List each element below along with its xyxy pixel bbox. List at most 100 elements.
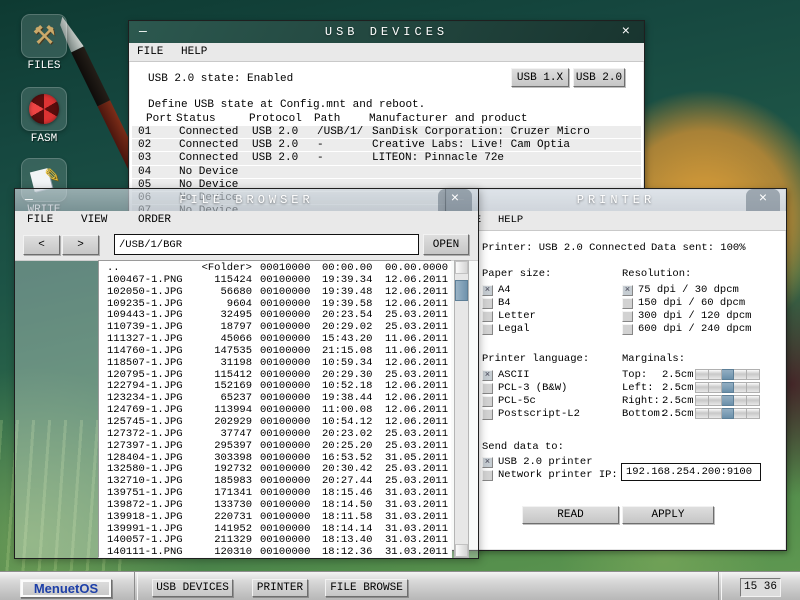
checkbox-label: Postscript-L2 bbox=[498, 408, 580, 420]
slider-track-cell[interactable] bbox=[734, 395, 747, 406]
desktop-icon-files[interactable]: ⚒ FILES bbox=[20, 14, 68, 72]
slider-track-cell[interactable] bbox=[709, 382, 722, 393]
close-icon[interactable]: × bbox=[438, 189, 472, 211]
file-row[interactable]: 127397-1.JPG2953970010000020:25.2025.03.… bbox=[99, 441, 451, 453]
slider-track-cell[interactable] bbox=[695, 382, 709, 393]
cell: 00100000 bbox=[260, 429, 310, 441]
file-row[interactable]: 139872-1.JPG1337300010000018:14.5031.03.… bbox=[99, 500, 451, 512]
file-row[interactable]: 118507-1.JPG311980010000010:59.3412.06.2… bbox=[99, 358, 451, 370]
checkbox[interactable]: × bbox=[482, 285, 493, 296]
menu-view[interactable]: VIEW bbox=[81, 214, 107, 226]
menuetos-start-button[interactable]: MenuetOS bbox=[20, 579, 112, 598]
cell: 295397 bbox=[157, 441, 252, 453]
checkbox[interactable]: × bbox=[482, 457, 493, 468]
checkbox[interactable] bbox=[482, 396, 493, 407]
checkbox-option[interactable]: Network printer IP: bbox=[482, 469, 642, 482]
slider-track-cell[interactable] bbox=[734, 369, 747, 380]
network-printer-ip-field[interactable] bbox=[621, 463, 761, 481]
checkbox-option[interactable]: Letter bbox=[482, 310, 612, 323]
printer-title-bar[interactable]: — PRINTER × bbox=[446, 189, 786, 212]
menu-order[interactable]: ORDER bbox=[138, 214, 171, 226]
read-button[interactable]: READ bbox=[522, 506, 619, 524]
slider-thumb[interactable] bbox=[722, 369, 735, 380]
marginal-slider[interactable] bbox=[695, 395, 760, 406]
slider-track-cell[interactable] bbox=[734, 382, 747, 393]
vertical-scrollbar[interactable] bbox=[454, 260, 469, 558]
file-row[interactable]: 114760-1.JPG1475350010000021:15.0811.06.… bbox=[99, 346, 451, 358]
file-row[interactable]: 100467-1.PNG1154240010000019:39.3412.06.… bbox=[99, 275, 451, 287]
file-row[interactable]: 102050-1.JPG566800010000019:39.4812.06.2… bbox=[99, 287, 451, 299]
slider-track-cell[interactable] bbox=[709, 395, 722, 406]
checkbox[interactable] bbox=[622, 298, 633, 309]
marginal-slider[interactable] bbox=[695, 382, 760, 393]
forward-button[interactable]: > bbox=[62, 235, 99, 255]
slider-track-cell[interactable] bbox=[695, 369, 709, 380]
open-button[interactable]: OPEN bbox=[423, 234, 469, 255]
slider-track-cell[interactable] bbox=[747, 395, 760, 406]
scrollbar-top-cap[interactable] bbox=[455, 261, 468, 274]
cell: 20:25.20 bbox=[322, 441, 372, 453]
slider-track-cell[interactable] bbox=[747, 382, 760, 393]
checkbox[interactable] bbox=[482, 311, 493, 322]
checkbox-option[interactable]: ×ASCII bbox=[482, 369, 622, 382]
slider-track-cell[interactable] bbox=[695, 408, 709, 419]
back-button[interactable]: < bbox=[23, 235, 60, 255]
close-icon[interactable]: × bbox=[622, 24, 630, 40]
cell: SanDisk Corporation: Cruzer Micro bbox=[372, 126, 590, 138]
cell: 00100000 bbox=[260, 441, 310, 453]
menu-file[interactable]: FILE bbox=[137, 46, 163, 58]
close-icon[interactable]: × bbox=[746, 189, 780, 211]
checkbox[interactable] bbox=[482, 383, 493, 394]
menu-help[interactable]: HELP bbox=[498, 214, 523, 226]
slider-thumb[interactable] bbox=[722, 382, 735, 393]
menu-help[interactable]: HELP bbox=[181, 46, 207, 58]
desktop-icon-fasm[interactable]: FASM bbox=[20, 87, 68, 145]
slider-track-cell[interactable] bbox=[747, 369, 760, 380]
checkbox[interactable] bbox=[622, 311, 633, 322]
marginal-slider[interactable] bbox=[695, 369, 760, 380]
checkbox-option[interactable]: PCL-5c bbox=[482, 395, 622, 408]
scrollbar-thumb[interactable] bbox=[455, 280, 468, 301]
checkbox-option[interactable]: 600 dpi / 240 dpcm bbox=[622, 323, 782, 336]
cell: 12.06.2011 bbox=[385, 417, 448, 429]
task-printer[interactable]: PRINTER bbox=[252, 579, 308, 597]
checkbox[interactable] bbox=[482, 298, 493, 309]
file-row[interactable]: 139918-1.JPG2207310010000018:11.5831.03.… bbox=[99, 512, 451, 524]
slider-track-cell[interactable] bbox=[695, 395, 709, 406]
checkbox-option[interactable]: PCL-3 (B&W) bbox=[482, 382, 622, 395]
apply-button[interactable]: APPLY bbox=[622, 506, 714, 524]
checkbox-option[interactable]: 150 dpi / 60 dpcm bbox=[622, 297, 782, 310]
checkbox-option[interactable]: ×USB 2.0 printer bbox=[482, 456, 642, 469]
cell: 65237 bbox=[157, 393, 252, 405]
usb-20-button[interactable]: USB 2.0 bbox=[573, 68, 625, 87]
task-usb-devices[interactable]: USB DEVICES bbox=[152, 579, 233, 597]
path-input[interactable] bbox=[114, 234, 419, 255]
checkbox[interactable]: × bbox=[482, 370, 493, 381]
checkbox-option[interactable]: 300 dpi / 120 dpcm bbox=[622, 310, 782, 323]
marginal-slider[interactable] bbox=[695, 408, 760, 419]
checkbox-option[interactable]: ×A4 bbox=[482, 284, 612, 297]
file-row[interactable]: 140111-1.PNG1203100010000018:12.3631.03.… bbox=[99, 547, 451, 558]
checkbox[interactable] bbox=[482, 470, 493, 481]
file-browser-title-bar[interactable]: — FILE BROWSER × bbox=[15, 189, 478, 212]
checkbox[interactable]: × bbox=[622, 285, 633, 296]
slider-track-cell[interactable] bbox=[709, 408, 722, 419]
slider-track-cell[interactable] bbox=[747, 408, 760, 419]
slider-thumb[interactable] bbox=[722, 408, 735, 419]
file-row[interactable]: 127372-1.JPG377470010000020:23.0225.03.2… bbox=[99, 429, 451, 441]
task-file-browser[interactable]: FILE BROWSE bbox=[325, 579, 408, 597]
slider-track-cell[interactable] bbox=[709, 369, 722, 380]
usb-title-bar[interactable]: — USB DEVICES × bbox=[129, 21, 644, 43]
checkbox[interactable] bbox=[482, 409, 493, 420]
checkbox[interactable] bbox=[622, 324, 633, 335]
checkbox[interactable] bbox=[482, 324, 493, 335]
usb-1x-button[interactable]: USB 1.X bbox=[511, 68, 569, 87]
slider-track-cell[interactable] bbox=[734, 408, 747, 419]
scrollbar-bottom-cap[interactable] bbox=[455, 544, 468, 557]
checkbox-option[interactable]: Legal bbox=[482, 323, 612, 336]
menu-file[interactable]: FILE bbox=[27, 214, 53, 226]
checkbox-option[interactable]: Postscript-L2 bbox=[482, 408, 622, 421]
checkbox-option[interactable]: ×75 dpi / 30 dpcm bbox=[622, 284, 782, 297]
slider-thumb[interactable] bbox=[722, 395, 735, 406]
checkbox-option[interactable]: B4 bbox=[482, 297, 612, 310]
